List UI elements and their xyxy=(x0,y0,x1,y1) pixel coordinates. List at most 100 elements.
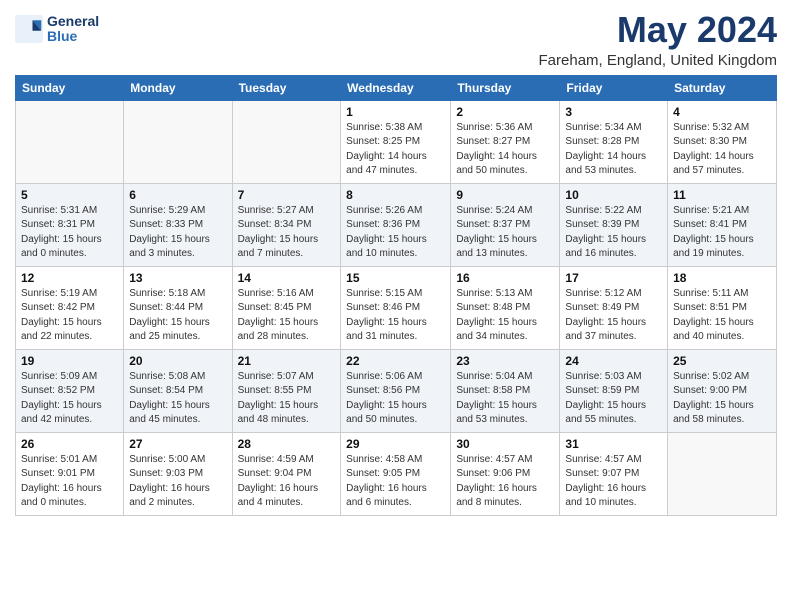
day-number: 14 xyxy=(238,271,336,285)
day-info: Sunrise: 5:16 AMSunset: 8:45 PMDaylight:… xyxy=(238,287,336,345)
day-number: 18 xyxy=(673,271,771,285)
calendar-cell: 6 Sunrise: 5:29 AMSunset: 8:33 PMDaylight… xyxy=(124,183,232,266)
calendar-cell: 17 Sunrise: 5:12 AMSunset: 8:49 PMDayligh… xyxy=(560,266,668,349)
calendar-cell: 29 Sunrise: 4:58 AMSunset: 9:05 PMDayligh… xyxy=(341,432,451,515)
day-number: 19 xyxy=(21,354,118,368)
day-info: Sunrise: 4:57 AMSunset: 9:06 PMDaylight:… xyxy=(456,453,554,511)
weekday-header: Wednesday xyxy=(341,75,451,100)
day-number: 17 xyxy=(565,271,662,285)
calendar-week-row: 26 Sunrise: 5:01 AMSunset: 9:01 PMDayligh… xyxy=(16,432,777,515)
calendar-cell xyxy=(668,432,777,515)
calendar-cell: 23 Sunrise: 5:04 AMSunset: 8:58 PMDayligh… xyxy=(451,349,560,432)
logo-icon xyxy=(15,15,43,43)
weekday-header: Monday xyxy=(124,75,232,100)
calendar-cell: 22 Sunrise: 5:06 AMSunset: 8:56 PMDayligh… xyxy=(341,349,451,432)
calendar-cell: 12 Sunrise: 5:19 AMSunset: 8:42 PMDayligh… xyxy=(16,266,124,349)
day-number: 8 xyxy=(346,188,445,202)
day-number: 25 xyxy=(673,354,771,368)
day-info: Sunrise: 5:04 AMSunset: 8:58 PMDaylight:… xyxy=(456,370,554,428)
calendar-cell: 31Sunrise: 4:57 AMSunset: 9:07 PMDayligh… xyxy=(560,432,668,515)
location: Fareham, England, United Kingdom xyxy=(539,52,777,69)
day-info: Sunrise: 5:34 AMSunset: 8:28 PMDaylight:… xyxy=(565,121,662,179)
day-number: 15 xyxy=(346,271,445,285)
calendar-cell: 21Sunrise: 5:07 AMSunset: 8:55 PMDayligh… xyxy=(232,349,341,432)
calendar-cell: 28Sunrise: 4:59 AMSunset: 9:04 PMDayligh… xyxy=(232,432,341,515)
day-number: 2 xyxy=(456,105,554,119)
day-number: 9 xyxy=(456,188,554,202)
day-info: Sunrise: 5:00 AMSunset: 9:03 PMDaylight:… xyxy=(129,453,226,511)
day-number: 29 xyxy=(346,437,445,451)
day-info: Sunrise: 5:15 AMSunset: 8:46 PMDaylight:… xyxy=(346,287,445,345)
day-info: Sunrise: 5:22 AMSunset: 8:39 PMDaylight:… xyxy=(565,204,662,262)
day-number: 24 xyxy=(565,354,662,368)
weekday-header: Saturday xyxy=(668,75,777,100)
day-number: 26 xyxy=(21,437,118,451)
day-number: 1 xyxy=(346,105,445,119)
day-info: Sunrise: 5:38 AMSunset: 8:25 PMDaylight:… xyxy=(346,121,445,179)
day-info: Sunrise: 5:01 AMSunset: 9:01 PMDaylight:… xyxy=(21,453,118,511)
weekday-header: Thursday xyxy=(451,75,560,100)
day-number: 27 xyxy=(129,437,226,451)
calendar-cell: 3 Sunrise: 5:34 AMSunset: 8:28 PMDaylight… xyxy=(560,100,668,183)
day-number: 3 xyxy=(565,105,662,119)
day-info: Sunrise: 5:11 AMSunset: 8:51 PMDaylight:… xyxy=(673,287,771,345)
calendar-cell: 27 Sunrise: 5:00 AMSunset: 9:03 PMDayligh… xyxy=(124,432,232,515)
day-info: Sunrise: 5:08 AMSunset: 8:54 PMDaylight:… xyxy=(129,370,226,428)
day-info: Sunrise: 5:24 AMSunset: 8:37 PMDaylight:… xyxy=(456,204,554,262)
calendar-cell: 20Sunrise: 5:08 AMSunset: 8:54 PMDayligh… xyxy=(124,349,232,432)
day-info: Sunrise: 5:12 AMSunset: 8:49 PMDaylight:… xyxy=(565,287,662,345)
day-number: 23 xyxy=(456,354,554,368)
calendar-cell: 15 Sunrise: 5:15 AMSunset: 8:46 PMDayligh… xyxy=(341,266,451,349)
day-info: Sunrise: 5:07 AMSunset: 8:55 PMDaylight:… xyxy=(238,370,336,428)
day-info: Sunrise: 5:06 AMSunset: 8:56 PMDaylight:… xyxy=(346,370,445,428)
calendar-cell: 1 Sunrise: 5:38 AMSunset: 8:25 PMDaylight… xyxy=(341,100,451,183)
day-number: 13 xyxy=(129,271,226,285)
day-number: 12 xyxy=(21,271,118,285)
calendar-cell: 5Sunrise: 5:31 AMSunset: 8:31 PMDaylight… xyxy=(16,183,124,266)
calendar-cell: 4Sunrise: 5:32 AMSunset: 8:30 PMDaylight… xyxy=(668,100,777,183)
calendar-week-row: 5Sunrise: 5:31 AMSunset: 8:31 PMDaylight… xyxy=(16,183,777,266)
day-info: Sunrise: 5:26 AMSunset: 8:36 PMDaylight:… xyxy=(346,204,445,262)
calendar-cell: 7 Sunrise: 5:27 AMSunset: 8:34 PMDaylight… xyxy=(232,183,341,266)
title-block: May 2024 Fareham, England, United Kingdo… xyxy=(539,10,777,69)
calendar-cell: 2 Sunrise: 5:36 AMSunset: 8:27 PMDaylight… xyxy=(451,100,560,183)
calendar-cell: 16Sunrise: 5:13 AMSunset: 8:48 PMDayligh… xyxy=(451,266,560,349)
calendar-cell: 30Sunrise: 4:57 AMSunset: 9:06 PMDayligh… xyxy=(451,432,560,515)
logo: General Blue xyxy=(15,14,99,45)
weekday-header: Tuesday xyxy=(232,75,341,100)
calendar-cell xyxy=(232,100,341,183)
calendar-cell: 18 Sunrise: 5:11 AMSunset: 8:51 PMDayligh… xyxy=(668,266,777,349)
calendar-cell: 13 Sunrise: 5:18 AMSunset: 8:44 PMDayligh… xyxy=(124,266,232,349)
calendar-table: SundayMondayTuesdayWednesdayThursdayFrid… xyxy=(15,75,777,516)
day-info: Sunrise: 5:29 AMSunset: 8:33 PMDaylight:… xyxy=(129,204,226,262)
calendar-cell xyxy=(124,100,232,183)
calendar-cell xyxy=(16,100,124,183)
day-info: Sunrise: 5:32 AMSunset: 8:30 PMDaylight:… xyxy=(673,121,771,179)
calendar-week-row: 12 Sunrise: 5:19 AMSunset: 8:42 PMDayligh… xyxy=(16,266,777,349)
day-info: Sunrise: 4:59 AMSunset: 9:04 PMDaylight:… xyxy=(238,453,336,511)
day-number: 7 xyxy=(238,188,336,202)
weekday-header: Friday xyxy=(560,75,668,100)
day-number: 6 xyxy=(129,188,226,202)
day-number: 5 xyxy=(21,188,118,202)
logo-text: General Blue xyxy=(47,14,99,45)
day-info: Sunrise: 5:09 AMSunset: 8:52 PMDaylight:… xyxy=(21,370,118,428)
calendar-week-row: 1 Sunrise: 5:38 AMSunset: 8:25 PMDaylight… xyxy=(16,100,777,183)
calendar-cell: 24 Sunrise: 5:03 AMSunset: 8:59 PMDayligh… xyxy=(560,349,668,432)
day-number: 22 xyxy=(346,354,445,368)
day-number: 11 xyxy=(673,188,771,202)
calendar-cell: 25Sunrise: 5:02 AMSunset: 9:00 PMDayligh… xyxy=(668,349,777,432)
header: General Blue May 2024 Fareham, England, … xyxy=(15,10,777,69)
day-info: Sunrise: 5:27 AMSunset: 8:34 PMDaylight:… xyxy=(238,204,336,262)
day-info: Sunrise: 5:18 AMSunset: 8:44 PMDaylight:… xyxy=(129,287,226,345)
day-info: Sunrise: 5:36 AMSunset: 8:27 PMDaylight:… xyxy=(456,121,554,179)
calendar-cell: 11 Sunrise: 5:21 AMSunset: 8:41 PMDayligh… xyxy=(668,183,777,266)
calendar-cell: 10Sunrise: 5:22 AMSunset: 8:39 PMDayligh… xyxy=(560,183,668,266)
day-number: 16 xyxy=(456,271,554,285)
calendar-cell: 14 Sunrise: 5:16 AMSunset: 8:45 PMDayligh… xyxy=(232,266,341,349)
calendar-cell: 26 Sunrise: 5:01 AMSunset: 9:01 PMDayligh… xyxy=(16,432,124,515)
day-info: Sunrise: 5:21 AMSunset: 8:41 PMDaylight:… xyxy=(673,204,771,262)
day-info: Sunrise: 5:19 AMSunset: 8:42 PMDaylight:… xyxy=(21,287,118,345)
day-info: Sunrise: 5:03 AMSunset: 8:59 PMDaylight:… xyxy=(565,370,662,428)
day-info: Sunrise: 4:58 AMSunset: 9:05 PMDaylight:… xyxy=(346,453,445,511)
